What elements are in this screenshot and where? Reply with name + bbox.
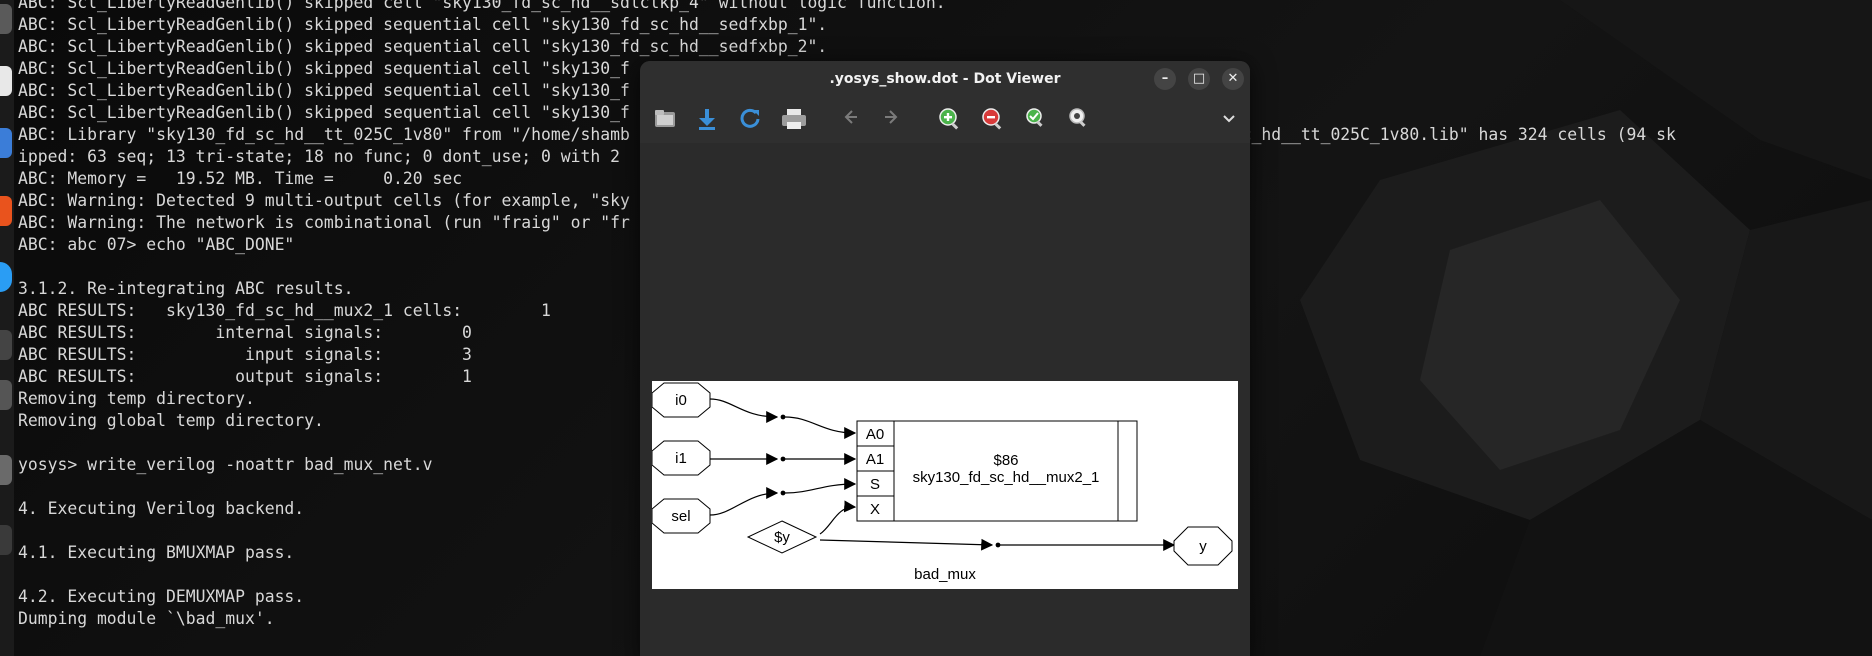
download-icon[interactable]	[694, 107, 720, 133]
zoom-in-icon[interactable]	[937, 107, 963, 133]
zoom-out-icon[interactable]	[980, 107, 1006, 133]
terminal-line: ABC: Scl_LibertyReadGenlib() skipped seq…	[18, 37, 828, 56]
dot-viewer-window[interactable]: .yosys_show.dot - Dot Viewer – □ ✕ i0 i1…	[640, 61, 1250, 656]
port-a1: A1	[866, 451, 884, 468]
output-label-y: y	[1199, 538, 1207, 555]
terminal-line: ABC: Scl_LibertyReadGenlib() skipped cel…	[18, 0, 946, 12]
edge-i0	[709, 398, 779, 423]
module-label: bad_mux	[914, 566, 976, 583]
refresh-icon[interactable]	[737, 107, 763, 133]
dock-app-icon[interactable]	[0, 4, 12, 34]
input-label-i1: i1	[675, 450, 687, 467]
edge-junction	[780, 490, 786, 496]
graph-canvas[interactable]: i0 i1 sel $y A0 A1 S X $86 sky130_fd_sc_…	[640, 143, 1250, 656]
dock	[0, 0, 14, 656]
window-titlebar[interactable]: .yosys_show.dot - Dot Viewer – □ ✕	[640, 61, 1250, 97]
edge-x-y	[819, 500, 857, 535]
maximize-button[interactable]: □	[1188, 68, 1210, 90]
dock-app-icon[interactable]	[0, 455, 12, 485]
input-label-i0: i0	[675, 392, 687, 409]
wire-node-label: $y	[774, 529, 790, 546]
desktop: ABC: Scl_LibertyReadGenlib() skipped cel…	[0, 0, 1872, 656]
dock-app-icon[interactable]	[0, 262, 12, 292]
edge-i0-a0	[784, 416, 857, 439]
port-s: S	[870, 476, 880, 493]
input-label-sel: sel	[671, 508, 690, 525]
cell-id: $86	[993, 452, 1018, 469]
forward-arrow-icon[interactable]	[879, 107, 905, 133]
edge-sel	[709, 487, 779, 516]
minimize-button[interactable]: –	[1154, 68, 1176, 90]
print-icon[interactable]	[779, 107, 809, 133]
close-button[interactable]: ✕	[1222, 68, 1244, 90]
zoom-fit-icon[interactable]	[1023, 107, 1049, 133]
dock-app-icon[interactable]	[0, 196, 12, 226]
folder-icon[interactable]	[652, 107, 678, 133]
port-x: X	[870, 501, 880, 518]
edge-junction	[780, 456, 786, 462]
dock-app-icon[interactable]	[0, 380, 12, 410]
dock-app-icon[interactable]	[0, 66, 12, 96]
port-a0: A0	[866, 426, 884, 443]
cell-type: sky130_fd_sc_hd__mux2_1	[913, 469, 1100, 486]
back-arrow-icon[interactable]	[837, 107, 863, 133]
dock-app-icon[interactable]	[0, 128, 12, 158]
toolbar	[640, 97, 1250, 143]
edge-junction	[995, 542, 1001, 548]
edge-sel-s	[784, 478, 857, 494]
zoom-100-icon[interactable]	[1066, 107, 1092, 133]
dock-app-icon[interactable]	[0, 525, 12, 555]
graph-diagram[interactable]: i0 i1 sel $y A0 A1 S X $86 sky130_fd_sc_…	[652, 381, 1238, 589]
chevron-down-icon[interactable]	[1216, 107, 1242, 133]
edge-junction	[780, 414, 786, 420]
dock-app-icon[interactable]	[0, 330, 12, 360]
edge-y	[819, 538, 994, 551]
terminal-line: ABC: Scl_LibertyReadGenlib() skipped seq…	[18, 15, 828, 34]
